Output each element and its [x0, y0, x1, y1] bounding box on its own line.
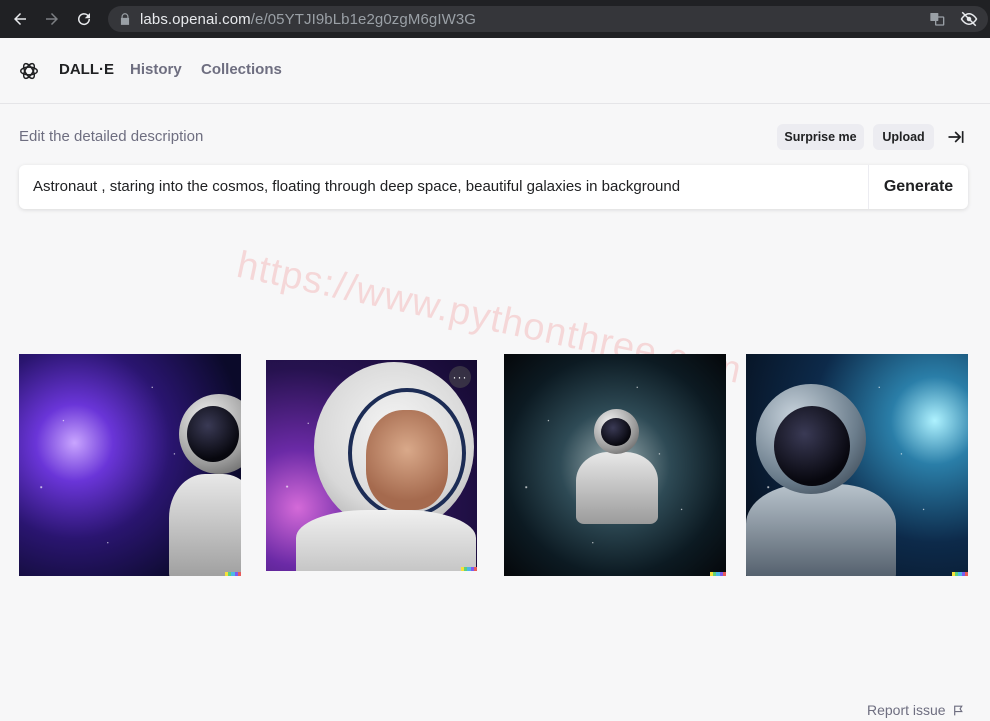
reload-icon[interactable]	[68, 0, 100, 38]
url-text: labs.openai.com/e/05YTJI9bLb1e2g0zgM6gIW…	[140, 10, 477, 28]
dalle-signature	[461, 567, 477, 571]
translate-icon[interactable]	[928, 10, 946, 28]
helmet-visor	[601, 418, 631, 446]
nav-collections[interactable]: Collections	[201, 61, 282, 78]
helmet-visor	[774, 406, 850, 486]
surprise-me-button[interactable]: Surprise me	[777, 124, 864, 150]
prompt-box: Astronaut , staring into the cosmos, flo…	[19, 165, 968, 209]
browser-toolbar: labs.openai.com/e/05YTJI9bLb1e2g0zgM6gIW…	[0, 0, 990, 38]
nav-dalle[interactable]: DALL·E	[59, 61, 114, 78]
upload-button[interactable]: Upload	[873, 124, 934, 150]
dalle-signature	[710, 572, 726, 576]
helmet-visor	[187, 406, 239, 462]
address-bar[interactable]: labs.openai.com/e/05YTJI9bLb1e2g0zgM6gIW…	[108, 6, 988, 32]
report-issue-link[interactable]: Report issue	[867, 702, 965, 718]
nav-history[interactable]: History	[130, 61, 182, 78]
collapse-right-icon[interactable]	[946, 127, 966, 147]
back-icon[interactable]	[4, 0, 36, 38]
astronaut-suit	[296, 510, 476, 571]
openai-logo-icon[interactable]	[18, 60, 40, 82]
astronaut-suit	[576, 452, 658, 524]
forward-icon[interactable]	[36, 0, 68, 38]
report-issue-label: Report issue	[867, 702, 946, 718]
helmet-visor	[348, 388, 466, 518]
dalle-signature	[952, 572, 968, 576]
prompt-label: Edit the detailed description	[19, 128, 204, 145]
result-image-2[interactable]: ···	[266, 360, 477, 571]
generate-button[interactable]: Generate	[868, 165, 968, 209]
more-options-icon[interactable]: ···	[449, 366, 471, 388]
eye-off-icon[interactable]	[960, 10, 978, 28]
dalle-signature	[225, 572, 241, 576]
result-image-4[interactable]	[746, 354, 968, 576]
prompt-input[interactable]: Astronaut , staring into the cosmos, flo…	[33, 178, 680, 195]
astronaut-suit	[746, 484, 896, 576]
lock-icon	[120, 13, 130, 25]
app-header: DALL·E History Collections	[0, 38, 990, 104]
result-image-3[interactable]	[504, 354, 726, 576]
result-image-1[interactable]	[19, 354, 241, 576]
astronaut-suit	[169, 474, 241, 576]
flag-icon	[953, 705, 963, 715]
